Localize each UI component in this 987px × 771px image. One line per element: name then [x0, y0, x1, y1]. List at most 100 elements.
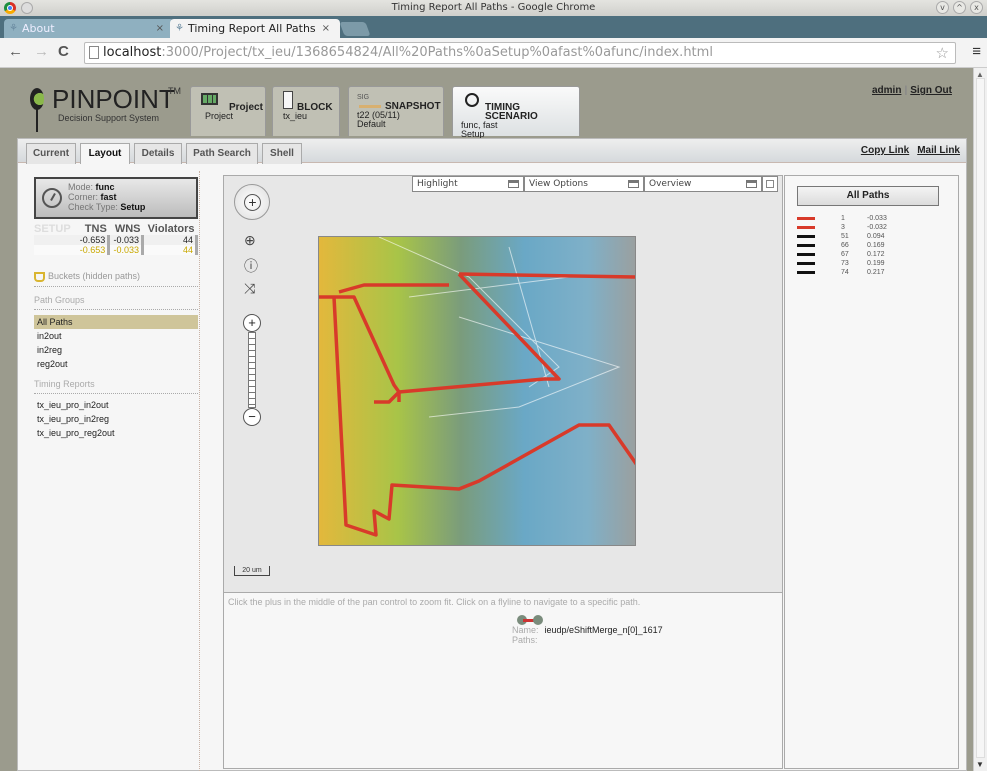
- zoom-out-icon[interactable]: −: [243, 408, 261, 426]
- scale-bar: 20 um: [234, 566, 270, 576]
- reload-icon[interactable]: C: [58, 43, 69, 60]
- path-row[interactable]: 67 0.172: [797, 250, 947, 259]
- context-value-2: Default: [357, 119, 386, 129]
- selected-net-info: Name: ieudp/eShiftMerge_n[0]_1617 Paths:: [512, 625, 663, 645]
- view-options-button[interactable]: View Options: [524, 176, 644, 192]
- path-id: 1: [841, 215, 845, 222]
- tab-path-search[interactable]: Path Search: [186, 143, 258, 164]
- path-line: [458, 272, 635, 279]
- path-group-item[interactable]: All Paths: [34, 315, 198, 329]
- path-group-item[interactable]: in2reg: [34, 343, 198, 357]
- address-bar[interactable]: localhost:3000/Project/tx_ieu/1368654824…: [84, 42, 956, 64]
- pan-control[interactable]: +: [234, 184, 270, 220]
- tab-label: About: [22, 22, 55, 35]
- path-row[interactable]: 3 -0.032: [797, 223, 947, 232]
- overview-button[interactable]: Overview: [644, 176, 762, 192]
- path-id: 66: [841, 242, 849, 249]
- stats-header-violators: Violators: [147, 223, 195, 235]
- timing-report-item[interactable]: tx_ieu_pro_in2out: [34, 398, 198, 412]
- path-group-item[interactable]: in2out: [34, 329, 198, 343]
- logo-subtitle: Decision Support System: [58, 113, 160, 123]
- context-tab-project[interactable]: Project Project: [190, 86, 266, 136]
- context-tab-timing-scenario[interactable]: TIMING SCENARIO func, fast Setup: [452, 86, 580, 139]
- context-tab-snapshot[interactable]: SIG SNAPSHOT t22 (05/11) Default: [348, 86, 444, 136]
- buckets-link[interactable]: Buckets (hidden paths): [34, 271, 198, 287]
- forward-icon[interactable]: →: [34, 43, 49, 60]
- timing-report-item[interactable]: tx_ieu_pro_in2reg: [34, 412, 198, 426]
- admin-link[interactable]: admin: [872, 85, 901, 96]
- window-icon: [628, 180, 639, 188]
- corner-label: Corner:: [68, 192, 99, 202]
- scroll-down-icon[interactable]: ▼: [976, 760, 984, 769]
- path-color-swatch: [797, 244, 815, 247]
- path-row[interactable]: 1 -0.033: [797, 214, 947, 223]
- maximize-button[interactable]: ^: [953, 1, 966, 14]
- pinpoint-logo[interactable]: PINPOINT TM Decision Support System: [30, 84, 190, 140]
- path-group-item[interactable]: reg2out: [34, 357, 198, 371]
- logo-tm: TM: [168, 86, 181, 96]
- stopwatch-icon: [465, 93, 479, 107]
- timing-reports-title: Timing Reports: [34, 379, 198, 394]
- browser-tab-about[interactable]: ⚘ About ×: [4, 19, 174, 38]
- popout-button[interactable]: [762, 176, 778, 192]
- logo-name: PINPOINT: [52, 84, 175, 114]
- navigation-bar: ← → C localhost:3000/Project/tx_ieu/1368…: [0, 38, 987, 68]
- zoom-slider-track[interactable]: [248, 332, 256, 408]
- tab-details[interactable]: Details: [134, 143, 182, 164]
- timing-report-item[interactable]: tx_ieu_pro_reg2out: [34, 426, 198, 440]
- chrome-logo-icon: [4, 2, 16, 14]
- subtab-bar: Current Layout Details Path Search Shell…: [18, 139, 966, 164]
- path-slack: 0.199: [867, 260, 885, 267]
- tab-shell[interactable]: Shell: [262, 143, 302, 164]
- all-paths-button[interactable]: All Paths: [797, 186, 939, 206]
- copy-link[interactable]: Copy Link: [861, 145, 909, 156]
- close-window-button[interactable]: x: [970, 1, 983, 14]
- scrollbar-thumb[interactable]: [976, 78, 985, 758]
- chrome-menu-icon[interactable]: ≡: [972, 43, 981, 60]
- path-color-swatch: [797, 217, 815, 220]
- main-panel: Current Layout Details Path Search Shell…: [17, 138, 967, 771]
- chip-layout-image[interactable]: [318, 236, 636, 546]
- info-icon[interactable]: ⓘ: [244, 256, 258, 276]
- path-line: [374, 272, 561, 404]
- zoom-slider[interactable]: + −: [243, 314, 261, 426]
- pin-stem: [36, 108, 38, 132]
- path-row[interactable]: 74 0.217: [797, 268, 947, 277]
- path-row[interactable]: 66 0.169: [797, 241, 947, 250]
- tab-current[interactable]: Current: [26, 143, 76, 164]
- path-row[interactable]: 51 0.094: [797, 232, 947, 241]
- separator: |: [904, 85, 908, 96]
- name-value: ieudp/eShiftMerge_n[0]_1617: [544, 625, 663, 635]
- tab-layout[interactable]: Layout: [80, 143, 130, 164]
- window-title: Timing Report All Paths - Google Chrome: [391, 2, 596, 13]
- browser-tab-bar: ⚘ About × ⚘ Timing Report All Paths ×: [0, 16, 987, 38]
- back-icon[interactable]: ←: [8, 43, 23, 60]
- pin-icon[interactable]: [21, 2, 33, 14]
- zoom-fit-plus-icon[interactable]: +: [244, 194, 261, 211]
- context-title: TIMING SCENARIO: [485, 102, 538, 122]
- path-id: 67: [841, 251, 849, 258]
- context-value: Project: [205, 111, 234, 121]
- bookmark-star-icon[interactable]: ☆: [936, 43, 949, 63]
- new-tab-button[interactable]: [339, 22, 371, 36]
- stats-wns: -0.033: [108, 235, 144, 245]
- vertical-scrollbar[interactable]: ▲ ▼: [973, 68, 987, 771]
- path-row[interactable]: 73 0.199: [797, 259, 947, 268]
- path-line: [338, 283, 449, 294]
- sign-out-link[interactable]: Sign Out: [910, 85, 952, 96]
- zoom-in-icon[interactable]: +: [243, 314, 261, 332]
- map-toolbar: Highlight View Options Overview: [412, 176, 778, 192]
- mail-link[interactable]: Mail Link: [917, 145, 960, 156]
- minimize-button[interactable]: v: [936, 1, 949, 14]
- flyline-tool-icon[interactable]: ⤨: [244, 280, 255, 297]
- stats-header-setup: SETUP: [34, 223, 71, 235]
- context-tab-block[interactable]: BLOCK tx_ieu: [272, 86, 340, 136]
- close-tab-icon[interactable]: ×: [322, 19, 330, 38]
- path-list: 1 -0.033 3 -0.032 51 0.094 66 0.169 67 0.172 73 0.1…: [797, 214, 947, 277]
- layout-map[interactable]: Highlight View Options Overview + ⊕ ⓘ ⤨ …: [223, 175, 783, 593]
- close-tab-icon[interactable]: ×: [156, 19, 164, 38]
- zoom-box-icon[interactable]: ⊕: [244, 232, 256, 249]
- browser-tab-timing-report[interactable]: ⚘ Timing Report All Paths ×: [170, 19, 340, 38]
- view-options-label: View Options: [529, 179, 588, 189]
- highlight-panel-button[interactable]: Highlight: [412, 176, 524, 192]
